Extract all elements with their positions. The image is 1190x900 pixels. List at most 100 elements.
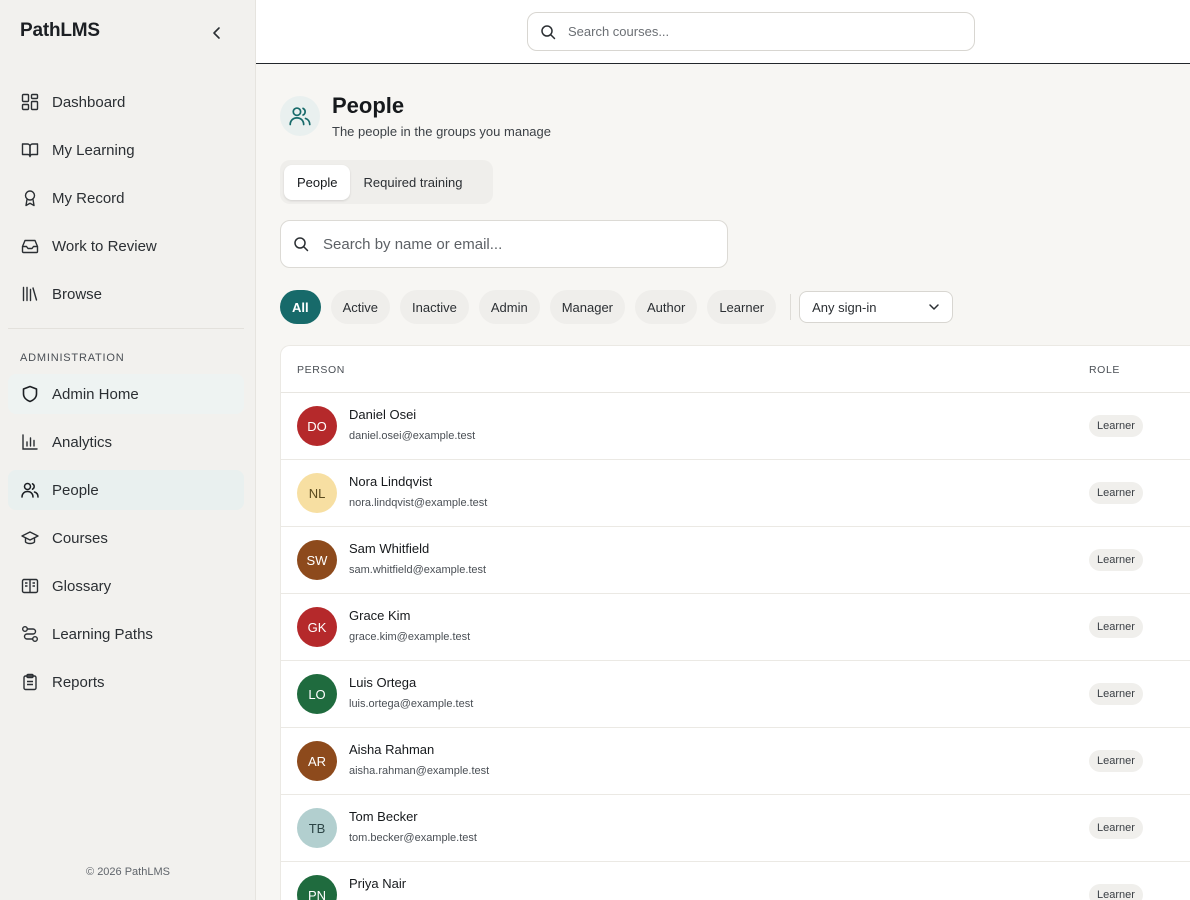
shield-icon xyxy=(20,384,40,404)
sidebar-item-analytics[interactable]: Analytics xyxy=(8,422,244,462)
table-body: DO Daniel Osei daniel.osei@example.test Lea… xyxy=(281,393,1190,900)
column-header-role[interactable]: ROLE xyxy=(1089,364,1120,376)
table-row[interactable]: LO Luis Ortega luis.ortega@example.test Lea… xyxy=(281,661,1190,728)
library-icon xyxy=(20,284,40,304)
avatar: LO xyxy=(297,674,337,714)
signin-filter-select[interactable]: Any sign-in xyxy=(799,291,954,323)
collapse-sidebar-button[interactable] xyxy=(206,22,228,44)
role-badge: Learner xyxy=(1089,750,1143,772)
role-badge: Learner xyxy=(1089,549,1143,571)
avatar: TB xyxy=(297,808,337,848)
filter-manager[interactable]: Manager xyxy=(549,290,626,324)
person-email: nora.lindqvist@example.test xyxy=(349,497,488,509)
sidebar-item-label: Learning Paths xyxy=(52,625,153,643)
sidebar-item-label: Work to Review xyxy=(52,237,157,255)
table-row[interactable]: AR Aisha Rahman aisha.rahman@example.test L… xyxy=(281,728,1190,795)
book-icon xyxy=(20,140,40,160)
tab-people[interactable]: People xyxy=(284,164,351,200)
people-table: PERSON ROLE DO Daniel Osei daniel.osei@exa… xyxy=(280,345,1190,900)
role-badge: Learner xyxy=(1089,616,1143,638)
sidebar-item-glossary[interactable]: Glossary xyxy=(8,566,244,606)
table-row[interactable]: TB Tom Becker tom.becker@example.test Learn… xyxy=(281,795,1190,862)
person-email: luis.ortega@example.test xyxy=(349,698,474,710)
table-row[interactable]: NL Nora Lindqvist nora.lindqvist@example.t… xyxy=(281,460,1190,527)
dashboard-icon xyxy=(20,92,40,112)
sidebar-item-my-learning[interactable]: My Learning xyxy=(8,130,244,170)
role-badge: Learner xyxy=(1089,884,1143,900)
main-content: People The people in the groups you mana… xyxy=(256,65,1190,900)
person-name[interactable]: Tom Becker xyxy=(349,809,418,824)
avatar: GK xyxy=(297,607,337,647)
filter-inactive[interactable]: Inactive xyxy=(400,290,469,324)
sidebar-item-learning-paths[interactable]: Learning Paths xyxy=(8,614,244,654)
person-email: daniel.osei@example.test xyxy=(349,430,476,442)
sidebar-item-dashboard[interactable]: Dashboard xyxy=(8,82,244,122)
avatar: PN xyxy=(297,875,337,900)
table-row[interactable]: DO Daniel Osei daniel.osei@example.test Lea… xyxy=(281,393,1190,460)
sidebar-item-label: Glossary xyxy=(52,577,112,595)
sidebar: PathLMS Dashboard My Learning My Record xyxy=(0,0,256,900)
role-badge: Learner xyxy=(1089,683,1143,705)
table-header: PERSON ROLE xyxy=(281,346,1190,393)
filter-author[interactable]: Author xyxy=(635,290,698,324)
avatar: AR xyxy=(297,741,337,781)
course-search[interactable] xyxy=(527,12,975,51)
person-name[interactable]: Aisha Rahman xyxy=(349,742,434,757)
sidebar-item-my-record[interactable]: My Record xyxy=(8,178,244,218)
users-icon xyxy=(289,107,311,126)
sidebar-item-browse[interactable]: Browse xyxy=(8,274,244,314)
sidebar-footer: © 2026 PathLMS xyxy=(86,866,170,878)
app-logo[interactable]: PathLMS xyxy=(20,20,100,42)
person-name[interactable]: Nora Lindqvist xyxy=(349,474,432,489)
sidebar-item-label: My Record xyxy=(52,189,125,207)
person-name[interactable]: Priya Nair xyxy=(349,876,406,891)
sidebar-item-label: Courses xyxy=(52,529,108,547)
person-email: grace.kim@example.test xyxy=(349,631,471,643)
sidebar-item-people[interactable]: People xyxy=(8,470,244,510)
filter-bar: All Active Inactive Admin Manager Author… xyxy=(280,290,954,324)
table-row[interactable]: PN Priya Nair Learner xyxy=(281,862,1190,900)
filter-all[interactable]: All xyxy=(280,290,321,324)
role-badge: Learner xyxy=(1089,415,1143,437)
person-name[interactable]: Luis Ortega xyxy=(349,675,416,690)
chevron-left-icon xyxy=(213,27,220,39)
bar-chart-icon xyxy=(20,432,40,452)
filter-admin[interactable]: Admin xyxy=(478,290,540,324)
sidebar-item-courses[interactable]: Courses xyxy=(8,518,244,558)
filter-learner[interactable]: Learner xyxy=(707,290,777,324)
person-name[interactable]: Sam Whitfield xyxy=(349,541,429,556)
role-badge: Learner xyxy=(1089,482,1143,504)
sidebar-item-label: Reports xyxy=(52,673,105,691)
book-open-icon xyxy=(20,576,40,596)
people-search-input[interactable] xyxy=(323,235,703,253)
sidebar-item-work-to-review[interactable]: Work to Review xyxy=(8,226,244,266)
signin-filter-value: Any sign-in xyxy=(812,299,877,315)
tab-required-training[interactable]: Required training xyxy=(350,165,475,200)
search-icon xyxy=(541,24,556,39)
sidebar-item-reports[interactable]: Reports xyxy=(8,662,244,702)
top-bar xyxy=(256,0,1190,64)
table-row[interactable]: SW Sam Whitfield sam.whitfield@example.tes… xyxy=(281,527,1190,594)
award-icon xyxy=(20,188,40,208)
inbox-icon xyxy=(20,236,40,256)
avatar: NL xyxy=(297,473,337,513)
page-title: People xyxy=(332,93,405,118)
view-tabs: People Required training xyxy=(280,160,493,204)
avatar: DO xyxy=(297,406,337,446)
person-email: aisha.rahman@example.test xyxy=(349,765,490,777)
sidebar-item-label: My Learning xyxy=(52,141,135,159)
sidebar-item-label: People xyxy=(52,481,99,499)
avatar: SW xyxy=(297,540,337,580)
column-header-person[interactable]: PERSON xyxy=(297,364,345,376)
role-badge: Learner xyxy=(1089,817,1143,839)
main-nav: Dashboard My Learning My Record Work to … xyxy=(8,82,244,322)
person-name[interactable]: Daniel Osei xyxy=(349,407,416,422)
sidebar-divider xyxy=(8,328,244,329)
sidebar-item-admin-home[interactable]: Admin Home xyxy=(8,374,244,414)
person-name[interactable]: Grace Kim xyxy=(349,608,410,623)
filter-active[interactable]: Active xyxy=(330,290,391,324)
table-row[interactable]: GK Grace Kim grace.kim@example.test Learner xyxy=(281,594,1190,661)
people-search[interactable] xyxy=(280,220,728,268)
course-search-input[interactable] xyxy=(568,24,948,39)
section-label-administration: ADMINISTRATION xyxy=(20,352,125,364)
